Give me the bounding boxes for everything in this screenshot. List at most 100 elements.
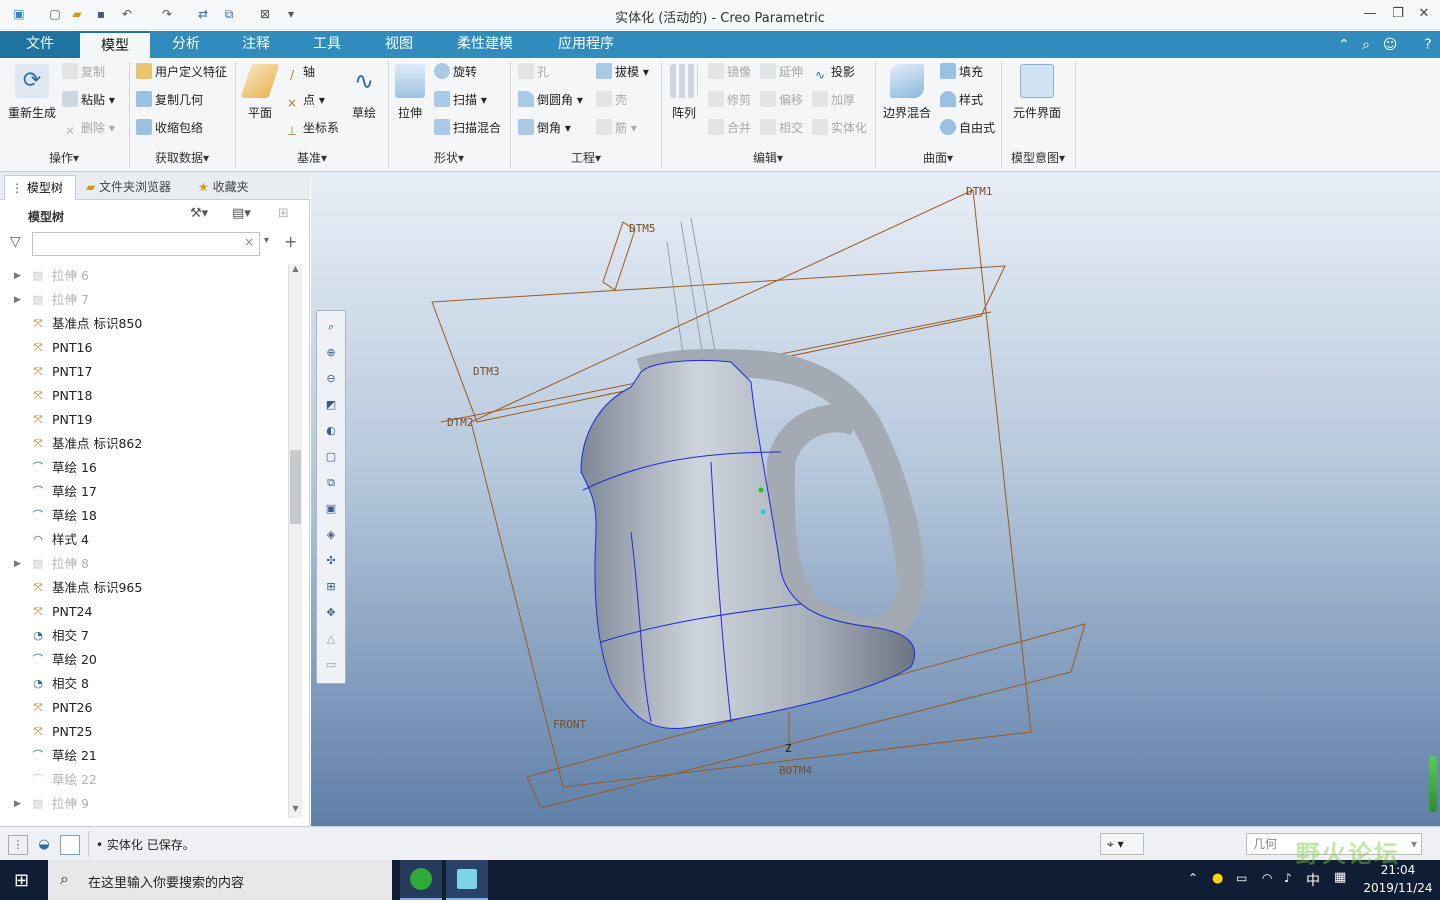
annotation-display-icon[interactable]: ⊞ (321, 577, 341, 597)
restore-icon[interactable]: ❐ (1384, 4, 1412, 24)
tab-favorites[interactable]: ★ 收藏夹 (192, 175, 264, 200)
tab-view[interactable]: 视图 (364, 31, 434, 58)
style-button[interactable]: 样式 (940, 90, 983, 110)
orient-mode-icon[interactable]: △ (321, 629, 341, 649)
merge-button[interactable]: 合并 (708, 118, 751, 138)
tree-scrollbar[interactable]: ▲ ▼ (288, 264, 302, 818)
sweep-button[interactable]: 扫描 ▾ (434, 90, 487, 110)
extend-button[interactable]: 延伸 (760, 62, 803, 82)
tab-annotate[interactable]: 注释 (222, 31, 290, 58)
clock-date[interactable]: 2019/11/24 (1360, 881, 1436, 895)
zoom-out-icon[interactable]: ⊖ (321, 369, 341, 389)
csys-button[interactable]: ⊥ 坐标系 (284, 118, 339, 138)
group-surfaces[interactable]: 曲面▾ (876, 149, 1000, 167)
tab-analysis[interactable]: 分析 (152, 31, 220, 58)
datum-display-icon[interactable]: ✣ (321, 551, 341, 571)
display-style-icon[interactable]: ◐ (321, 421, 341, 441)
windows-start-icon[interactable]: ⊞ (14, 870, 29, 891)
solidify-button[interactable]: 实体化 (812, 118, 867, 138)
sketch-button[interactable]: ∿ 草绘 (344, 64, 384, 121)
tree-item[interactable]: ⌒ 草绘 22 (0, 768, 288, 792)
group-editing[interactable]: 编辑▾ (662, 149, 874, 167)
swept-blend-button[interactable]: 扫描混合 (434, 118, 501, 138)
tree-settings-icon[interactable]: ⚒▾ (190, 206, 208, 221)
scroll-thumb[interactable] (290, 450, 301, 524)
tree-item[interactable]: ⤧ 基准点 标识862 (0, 432, 288, 456)
saved-views-icon[interactable]: ▢ (321, 447, 341, 467)
group-datum[interactable]: 基准▾ (236, 149, 388, 167)
tree-item[interactable]: ⤧ 基准点 标识850 (0, 312, 288, 336)
expand-icon[interactable]: ▶ (14, 552, 26, 576)
draft-button[interactable]: 拔模 ▾ (596, 62, 649, 82)
plane-button[interactable]: 平面 (240, 64, 280, 121)
tree-item[interactable]: ⤧ PNT24 (0, 600, 288, 624)
tree-item[interactable]: ⤧ PNT16 (0, 336, 288, 360)
tab-applications[interactable]: 应用程序 (536, 31, 636, 58)
taskbar-search[interactable]: ⌕ 在这里输入你要搜索的内容 (48, 860, 392, 900)
tree-filter-icon[interactable]: ⊞ (278, 206, 289, 221)
point-button[interactable]: × 点 ▾ (284, 90, 325, 110)
repaint-icon[interactable]: ◩ (321, 395, 341, 415)
taskbar-app-creo[interactable] (446, 860, 488, 900)
trim-button[interactable]: 修剪 (708, 90, 751, 110)
graphics-window[interactable]: DTM1 DTM5 DTM3 DTM2 FRONT Z BOTM4 ⌕ ⊕ ⊖ … (311, 172, 1440, 826)
tab-file[interactable]: 文件 (0, 31, 80, 58)
shrinkwrap-button[interactable]: 收缩包络 (136, 118, 203, 138)
keyboard-icon[interactable]: ▦ (1334, 870, 1346, 885)
find-icon[interactable]: ⌖ ▾ (1100, 833, 1144, 855)
expand-icon[interactable]: ▶ (14, 792, 26, 816)
search-icon[interactable]: ⌕ (1356, 35, 1376, 55)
delete-button[interactable]: ✕ 删除 ▾ (62, 118, 115, 138)
thicken-button[interactable]: 加厚 (812, 90, 855, 110)
battery-icon[interactable]: ▭ (1236, 871, 1247, 885)
tree-item[interactable]: ◠ 样式 4 (0, 528, 288, 552)
appearance-icon[interactable]: ▭ (321, 655, 341, 675)
rib-button[interactable]: 筋 ▾ (596, 118, 637, 138)
ime-indicator[interactable]: 中 (1306, 870, 1320, 890)
tree-item[interactable]: ⤧ PNT25 (0, 720, 288, 744)
view-manager-icon[interactable]: ⧉ (321, 473, 341, 493)
scroll-up-icon[interactable]: ▲ (290, 264, 301, 276)
scroll-down-icon[interactable]: ▼ (290, 804, 301, 816)
mirror-button[interactable]: 镜像 (708, 62, 751, 82)
tree-item[interactable]: ⤧ PNT17 (0, 360, 288, 384)
minimize-ribbon-icon[interactable]: ⌃ (1334, 35, 1354, 55)
udf-button[interactable]: 用户定义特征 (136, 62, 227, 82)
group-shapes[interactable]: 形状▾ (389, 149, 509, 167)
minimize-icon[interactable]: — (1356, 4, 1384, 24)
tree-item[interactable]: ⌒ 草绘 21 (0, 744, 288, 768)
tray-chevron-icon[interactable]: ⌃ (1188, 871, 1198, 885)
tree-item[interactable]: ⌒ 草绘 18 (0, 504, 288, 528)
tray-app-icon[interactable]: ● (1212, 871, 1223, 886)
tree-item[interactable]: ▶ ▧ 拉伸 7 (0, 288, 288, 312)
tree-search-input[interactable] (32, 232, 260, 256)
tab-folder-browser[interactable]: ▰ 文件夹浏览器 (80, 175, 188, 200)
tree-item[interactable]: ◔ 相交 7 (0, 624, 288, 648)
axis-button[interactable]: / 轴 (284, 62, 315, 82)
tab-model[interactable]: 模型 (80, 31, 150, 58)
network-icon[interactable]: ◠ (1262, 871, 1272, 885)
extrude-button[interactable]: 拉伸 (392, 64, 428, 121)
taskbar-app-browser[interactable] (400, 860, 442, 900)
copy-button[interactable]: 复制 (62, 62, 105, 82)
help-icon[interactable]: ? (1418, 35, 1438, 55)
community-icon[interactable]: ☺ (1380, 35, 1400, 55)
tab-flexible-modeling[interactable]: 柔性建模 (436, 31, 534, 58)
fill-button[interactable]: 填充 (940, 62, 983, 82)
tree-item[interactable]: ⤧ PNT26 (0, 696, 288, 720)
group-model-intent[interactable]: 模型意图▾ (1002, 149, 1074, 167)
section-icon[interactable]: ◈ (321, 525, 341, 545)
tab-model-tree[interactable]: ⋮ 模型树 (4, 175, 76, 200)
perspective-icon[interactable]: ▣ (321, 499, 341, 519)
tree-item[interactable]: ⤧ PNT18 (0, 384, 288, 408)
tree-item[interactable]: ⌒ 草绘 16 (0, 456, 288, 480)
group-operations[interactable]: 操作▾ (0, 149, 128, 167)
round-button[interactable]: 倒圆角 ▾ (518, 90, 583, 110)
freestyle-button[interactable]: 自由式 (940, 118, 995, 138)
intersect-button[interactable]: 相交 (760, 118, 803, 138)
project-button[interactable]: ∿ 投影 (812, 62, 855, 82)
hole-button[interactable]: 孔 (518, 62, 549, 82)
copy-geometry-button[interactable]: 复制几何 (136, 90, 203, 110)
jug-model[interactable] (580, 348, 926, 729)
regenerate-button[interactable]: ⟳ 重新生成 (4, 64, 60, 121)
